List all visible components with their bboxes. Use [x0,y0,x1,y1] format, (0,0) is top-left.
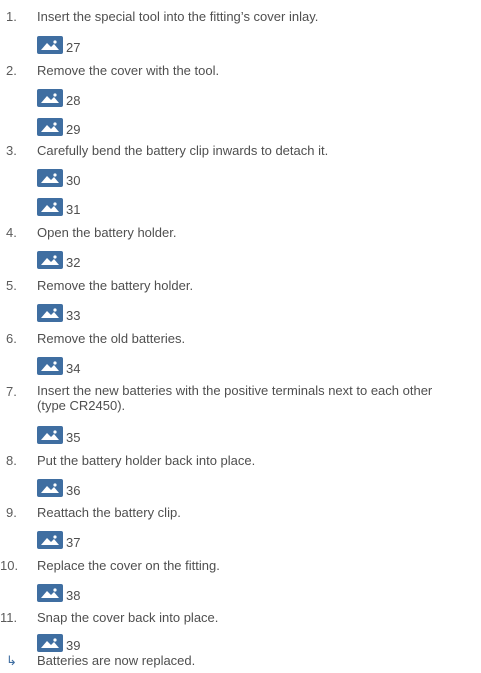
step-number: 3. [6,143,17,158]
step-number: 10. [0,558,19,573]
figure-number: 39 [66,638,81,653]
step-number: 5. [6,278,17,293]
image-placeholder-icon [37,89,63,107]
step-number: 1. [6,9,17,24]
figure-ref[interactable]: 38 [37,580,80,602]
figure-number: 33 [66,308,81,323]
step-text: Reattach the battery clip. [37,505,181,520]
figure-ref[interactable]: 28 [37,85,80,107]
image-placeholder-icon [37,357,63,375]
image-placeholder-icon [37,304,63,322]
step-text: Insert the new batteries with the positi… [37,383,433,413]
image-placeholder-icon [37,584,63,602]
figure-number: 34 [66,361,81,376]
step-text: Put the battery holder back into place. [37,453,256,468]
figure-ref[interactable]: 33 [37,300,80,322]
figure-number: 37 [66,535,81,550]
image-placeholder-icon [37,118,63,136]
figure-number: 38 [66,588,81,603]
step-text: Insert the special tool into the fitting… [37,9,319,24]
step-text: Open the battery holder. [37,225,177,240]
figure-number: 27 [66,40,81,55]
image-placeholder-icon [37,426,63,444]
image-placeholder-icon [37,251,63,269]
step-text: Carefully bend the battery clip inwards … [37,143,329,158]
image-placeholder-icon [37,479,63,497]
image-placeholder-icon [37,634,63,652]
step-number: 6. [6,331,17,346]
step-number: 8. [6,453,17,468]
figure-ref[interactable]: 30 [37,165,80,187]
step-number: 11. [0,610,18,625]
step-number: 2. [6,63,17,78]
figure-number: 36 [66,483,81,498]
step-text: Remove the battery holder. [37,278,194,293]
figure-ref[interactable]: 32 [37,247,80,269]
figure-number: 32 [66,255,81,270]
figure-ref[interactable]: 27 [37,32,80,54]
image-placeholder-icon [37,198,63,216]
figure-ref[interactable]: 34 [37,353,80,375]
image-placeholder-icon [37,169,63,187]
figure-ref[interactable]: 31 [37,194,80,216]
image-placeholder-icon [37,531,63,549]
figure-number: 31 [66,202,81,217]
figure-ref[interactable]: 36 [37,475,80,497]
step-text: Remove the cover with the tool. [37,63,220,78]
figure-ref[interactable]: 35 [37,422,80,444]
figure-number: 30 [66,173,81,188]
step-text: Snap the cover back into place. [37,610,219,625]
image-placeholder-icon [37,36,63,54]
figure-number: 29 [66,122,81,137]
figure-ref[interactable]: 37 [37,527,80,549]
figure-ref[interactable]: 29 [37,114,80,136]
step-text: Remove the old batteries. [37,331,186,346]
result-text: Batteries are now replaced. [37,653,196,668]
figure-number: 35 [66,430,81,445]
step-number: 4. [6,225,17,240]
step-number: 7. [6,384,17,399]
figure-number: 28 [66,93,81,108]
step-number: 9. [6,505,17,520]
step-text: Replace the cover on the fitting. [37,558,220,573]
result-arrow-icon: ↳ [6,653,17,668]
figure-ref[interactable]: 39 [37,630,80,652]
